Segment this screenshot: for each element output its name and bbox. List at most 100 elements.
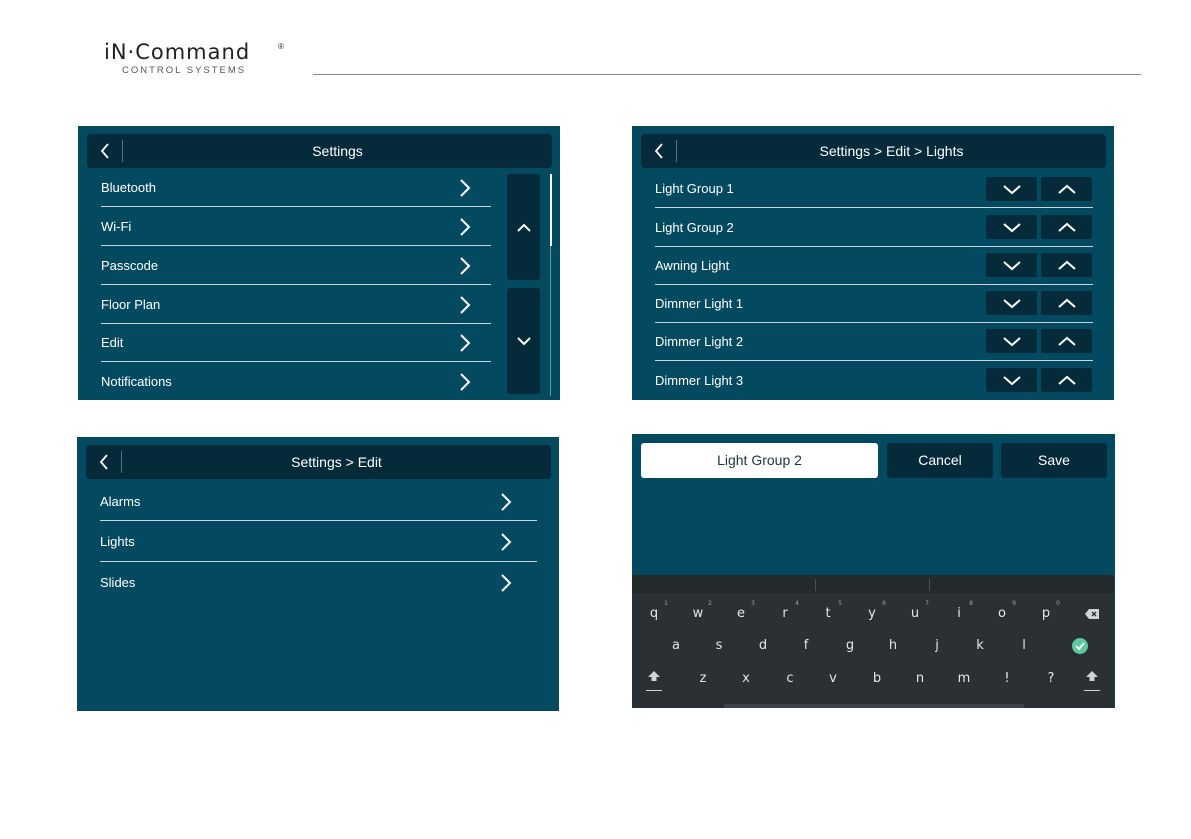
key-exclamation[interactable]: ! bbox=[993, 668, 1021, 690]
cancel-button[interactable]: Cancel bbox=[887, 443, 993, 478]
settings-item-floor-plan[interactable]: Floor Plan bbox=[101, 285, 491, 324]
scroll-up-button[interactable] bbox=[507, 174, 540, 280]
move-up-button[interactable] bbox=[1041, 253, 1092, 277]
chevron-down-icon bbox=[1002, 260, 1021, 270]
lights-titlebar: Settings > Edit > Lights bbox=[641, 134, 1106, 168]
settings-item-notifications[interactable]: Notifications bbox=[101, 362, 491, 400]
backspace-icon bbox=[1085, 609, 1099, 619]
key-b[interactable]: b bbox=[863, 668, 891, 690]
chevron-left-icon bbox=[99, 454, 108, 470]
edit-item-slides[interactable]: Slides bbox=[100, 563, 537, 602]
rename-screen: Light Group 2 Cancel Save q1 w2 e3 r4 t5… bbox=[632, 434, 1115, 708]
move-down-button[interactable] bbox=[986, 177, 1037, 201]
key-o[interactable]: o9 bbox=[988, 600, 1016, 625]
key-e[interactable]: e3 bbox=[727, 600, 755, 625]
move-down-button[interactable] bbox=[986, 368, 1037, 392]
move-up-button[interactable] bbox=[1041, 215, 1092, 239]
edit-item-label: Slides bbox=[100, 575, 136, 590]
key-y[interactable]: y6 bbox=[858, 600, 886, 625]
move-down-button[interactable] bbox=[986, 329, 1037, 353]
edit-screen: Settings > Edit Alarms Lights Slides bbox=[77, 437, 559, 711]
move-up-button[interactable] bbox=[1041, 291, 1092, 315]
suggestion-divider bbox=[929, 579, 930, 591]
key-i[interactable]: i8 bbox=[945, 600, 973, 625]
light-name-input[interactable]: Light Group 2 bbox=[641, 443, 878, 478]
key-g[interactable]: g bbox=[836, 635, 864, 657]
settings-item-bluetooth[interactable]: Bluetooth bbox=[101, 168, 491, 207]
shift-key-right[interactable] bbox=[1078, 665, 1106, 687]
key-m[interactable]: m bbox=[950, 668, 978, 690]
light-item-label: Light Group 1 bbox=[655, 181, 734, 196]
back-button[interactable] bbox=[86, 445, 122, 479]
light-item-label: Light Group 2 bbox=[655, 220, 734, 235]
key-d[interactable]: d bbox=[749, 635, 777, 657]
key-a[interactable]: a bbox=[662, 635, 690, 657]
key-x[interactable]: x bbox=[732, 668, 760, 690]
key-hint: 3 bbox=[751, 600, 755, 607]
move-down-button[interactable] bbox=[986, 253, 1037, 277]
settings-item-passcode[interactable]: Passcode bbox=[101, 246, 491, 285]
back-button[interactable] bbox=[87, 134, 123, 168]
settings-item-edit[interactable]: Edit bbox=[101, 323, 491, 362]
chevron-up-icon bbox=[1057, 298, 1076, 308]
key-j[interactable]: j bbox=[923, 635, 951, 657]
shift-icon bbox=[648, 671, 660, 681]
suggestion-divider bbox=[815, 579, 816, 591]
registered-mark: ® bbox=[278, 42, 284, 51]
chevron-right-icon bbox=[460, 218, 471, 236]
move-down-button[interactable] bbox=[986, 291, 1037, 315]
shift-key-left[interactable] bbox=[640, 665, 668, 687]
settings-item-wifi[interactable]: Wi-Fi bbox=[101, 207, 491, 246]
scrollbar-thumb[interactable] bbox=[550, 174, 552, 246]
chevron-left-icon bbox=[100, 143, 109, 159]
settings-item-label: Notifications bbox=[101, 374, 172, 389]
key-hint: 2 bbox=[708, 600, 712, 607]
scroll-down-button[interactable] bbox=[507, 288, 540, 394]
key-s[interactable]: s bbox=[705, 635, 733, 657]
back-button[interactable] bbox=[641, 134, 677, 168]
backspace-key[interactable] bbox=[1078, 603, 1106, 625]
enter-key[interactable] bbox=[1066, 635, 1094, 657]
brand-subtitle: CONTROL SYSTEMS bbox=[122, 65, 247, 76]
edit-item-lights[interactable]: Lights bbox=[100, 522, 537, 562]
settings-item-label: Wi-Fi bbox=[101, 219, 132, 234]
onscreen-keyboard: q1 w2 e3 r4 t5 y6 u7 i8 o9 p0 a s d f g … bbox=[632, 575, 1114, 708]
key-n[interactable]: n bbox=[906, 668, 934, 690]
move-up-button[interactable] bbox=[1041, 177, 1092, 201]
light-item-label: Dimmer Light 1 bbox=[655, 296, 744, 311]
chevron-right-icon bbox=[501, 493, 512, 511]
key-v[interactable]: v bbox=[819, 668, 847, 690]
key-question[interactable]: ? bbox=[1037, 668, 1065, 690]
move-up-button[interactable] bbox=[1041, 368, 1092, 392]
chevron-right-icon bbox=[460, 257, 471, 275]
key-hint: 5 bbox=[838, 600, 842, 607]
shift-icon bbox=[1086, 671, 1098, 681]
key-t[interactable]: t5 bbox=[814, 600, 842, 625]
move-down-button[interactable] bbox=[986, 215, 1037, 239]
edit-item-alarms[interactable]: Alarms bbox=[100, 482, 537, 521]
key-r[interactable]: r4 bbox=[771, 600, 799, 625]
chevron-down-icon bbox=[1002, 222, 1021, 232]
key-l[interactable]: l bbox=[1010, 635, 1038, 657]
chevron-right-icon bbox=[460, 296, 471, 314]
key-z[interactable]: z bbox=[689, 668, 717, 690]
move-up-button[interactable] bbox=[1041, 329, 1092, 353]
suggestion-bar bbox=[632, 575, 1114, 595]
settings-item-label: Floor Plan bbox=[101, 297, 161, 312]
chevron-down-icon bbox=[1002, 298, 1021, 308]
edit-titlebar: Settings > Edit bbox=[86, 445, 551, 479]
chevron-up-icon bbox=[1057, 260, 1076, 270]
key-h[interactable]: h bbox=[879, 635, 907, 657]
spacebar-key[interactable] bbox=[724, 704, 1024, 708]
key-q[interactable]: q1 bbox=[640, 600, 668, 625]
chevron-right-icon bbox=[460, 179, 471, 197]
key-p[interactable]: p0 bbox=[1032, 600, 1060, 625]
key-k[interactable]: k bbox=[966, 635, 994, 657]
key-w[interactable]: w2 bbox=[684, 600, 712, 625]
key-hint: 8 bbox=[969, 600, 973, 607]
key-hint: 4 bbox=[795, 600, 799, 607]
save-button[interactable]: Save bbox=[1001, 443, 1107, 478]
key-u[interactable]: u7 bbox=[901, 600, 929, 625]
key-f[interactable]: f bbox=[792, 635, 820, 657]
key-c[interactable]: c bbox=[776, 668, 804, 690]
